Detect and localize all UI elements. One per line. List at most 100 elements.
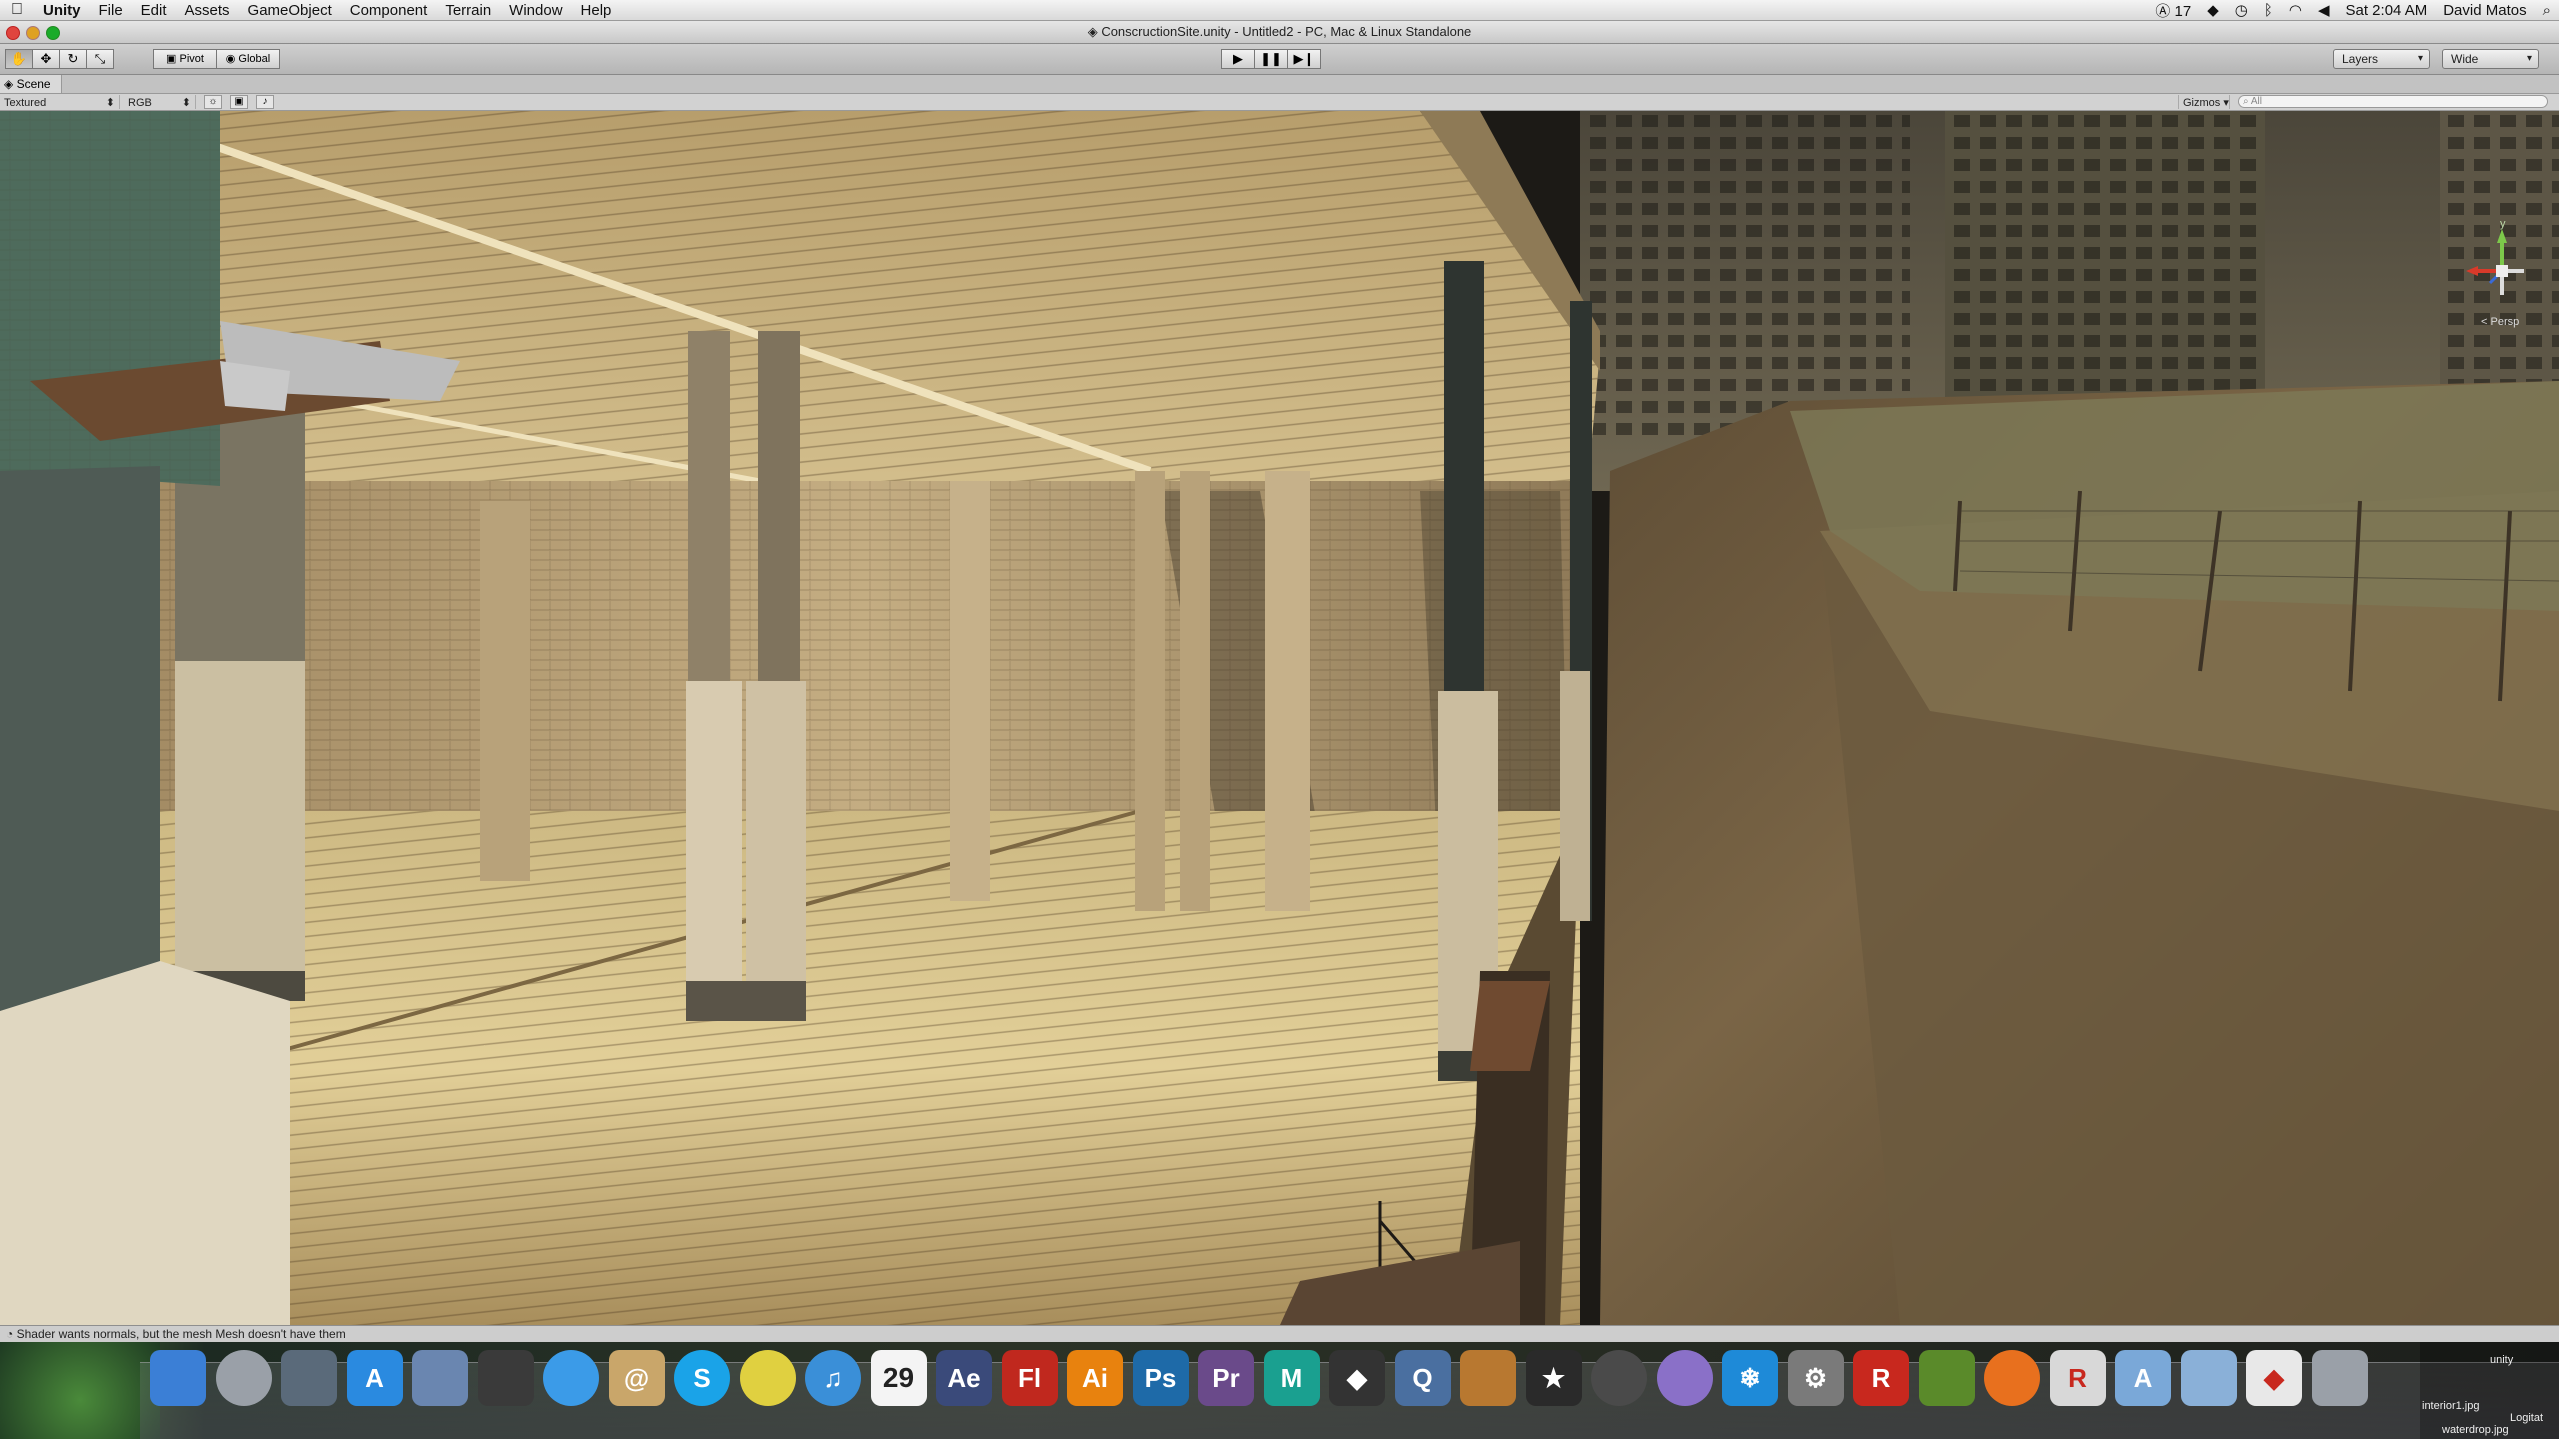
close-window-button[interactable] — [6, 26, 20, 40]
after-effects-icon[interactable]: Ae — [936, 1350, 992, 1406]
layers-dropdown[interactable]: Layers ▾ — [2333, 49, 2430, 69]
apple-menu-icon[interactable]:  — [0, 1, 34, 19]
trash-icon[interactable] — [2311, 1350, 2368, 1406]
menu-component[interactable]: Component — [341, 2, 437, 19]
documents-folder-icon[interactable] — [2180, 1350, 2237, 1406]
user-name[interactable]: David Matos — [2443, 2, 2526, 19]
unity-icon[interactable]: ◆ — [1329, 1350, 1385, 1406]
volume-icon[interactable]: ◀ — [2318, 1, 2330, 19]
status-message: Shader wants normals, but the mesh Mesh … — [16, 1327, 346, 1341]
menu-terrain[interactable]: Terrain — [436, 2, 500, 19]
desktop-file-interior[interactable]: interior1.jpg — [2422, 1400, 2479, 1412]
rotate-tool-icon[interactable]: ↻ — [59, 49, 87, 69]
photoshop-icon[interactable]: Ps — [1132, 1350, 1189, 1406]
desktop-file-unity[interactable]: unity — [2490, 1354, 2513, 1366]
imovie-icon[interactable]: ★ — [1525, 1350, 1582, 1406]
menu-help[interactable]: Help — [572, 2, 621, 19]
pencil-app-icon[interactable] — [477, 1350, 534, 1406]
menu-window[interactable]: Window — [500, 2, 571, 19]
window-title: ConscructionSite.unity - Untitled2 - PC,… — [1101, 24, 1472, 39]
scene-search-input[interactable]: ⌕ All — [2238, 95, 2548, 108]
dropbox-icon[interactable]: ◆ — [2207, 1, 2219, 19]
scene-lighting-icon[interactable]: ☼ — [204, 95, 222, 109]
mission-control-icon[interactable] — [281, 1350, 337, 1406]
menu-gameobject[interactable]: GameObject — [239, 2, 341, 19]
scene-viewport[interactable]: y < Persp — [0, 111, 2559, 1325]
pivot-button-label: Pivot — [179, 53, 204, 65]
wifi-icon[interactable]: ◠ — [2289, 1, 2302, 19]
scene-image-icon[interactable]: ▣ — [230, 95, 248, 109]
desktop-wallpaper — [0, 1342, 160, 1439]
dock: A @ S ♫ 29 Ae Fl Ai Ps Pr M ◆ Q ★ ❄ ⚙ R R A ◆ unity interio… — [0, 1342, 2559, 1439]
chevron-down-icon: ▾ — [2417, 53, 2423, 64]
move-tool-icon[interactable]: ✥ — [32, 49, 60, 69]
minimize-window-button[interactable] — [26, 26, 40, 40]
pause-icon: ❚❚ — [1260, 51, 1282, 66]
itunes-icon[interactable]: ♫ — [805, 1350, 861, 1406]
layout-dropdown-label: Wide — [2451, 52, 2479, 66]
chevron-down-icon: ⬍ — [105, 97, 115, 109]
step-button[interactable]: ▶❙ — [1287, 49, 1321, 69]
skype-icon[interactable]: S — [674, 1350, 730, 1406]
address-book-icon[interactable]: @ — [608, 1350, 665, 1406]
chrome-icon[interactable] — [739, 1350, 796, 1406]
scale-tool-icon[interactable]: ⤡ — [86, 49, 114, 69]
tab-scene[interactable]: ◈ Scene — [0, 75, 62, 93]
spotlight-icon[interactable]: ⌕ — [2543, 2, 2551, 19]
scene-tab-label: Scene — [16, 77, 51, 91]
layout-dropdown[interactable]: Wide ▾ — [2442, 49, 2539, 69]
roblox-studio-icon[interactable]: R — [1853, 1350, 1909, 1406]
time-machine-icon[interactable]: ◷ — [2235, 1, 2248, 19]
play-button[interactable]: ▶ — [1221, 49, 1255, 69]
persp-label: Persp — [2490, 316, 2519, 328]
global-button[interactable]: ◉ Global — [216, 49, 280, 69]
safari-icon[interactable] — [543, 1350, 599, 1406]
desktop-file-logitat[interactable]: Logitat — [2510, 1412, 2543, 1424]
system-preferences-icon[interactable]: ⚙ — [1787, 1350, 1844, 1406]
info-icon: ◔ — [6, 1327, 17, 1341]
gizmos-dropdown[interactable]: Gizmos ▾ — [2178, 95, 2230, 109]
pivot-button[interactable]: ▣ Pivot — [153, 49, 217, 69]
unity-toolbar: ✋ ✥ ↻ ⤡ ▣ Pivot ◉ Global ▶ ❚❚ ▶❙ Layers ▾… — [0, 44, 2559, 75]
hand-tool-icon[interactable]: ✋ — [5, 49, 33, 69]
console-status-bar[interactable]: ◔ Shader wants normals, but the mesh Mes… — [0, 1325, 2559, 1342]
snowflake-icon[interactable]: ❄ — [1722, 1350, 1778, 1406]
firefox-icon[interactable] — [1984, 1350, 2040, 1406]
premiere-icon[interactable]: Pr — [1198, 1350, 1254, 1406]
clock[interactable]: Sat 2:04 AM — [2346, 2, 2428, 19]
applications-folder-icon[interactable]: A — [2115, 1350, 2171, 1406]
bluetooth-icon[interactable]: ᛒ — [2264, 2, 2273, 19]
global-button-label: Global — [238, 53, 271, 65]
scene-tab-strip: ◈ Scene — [0, 75, 2559, 94]
pause-button[interactable]: ❚❚ — [1254, 49, 1288, 69]
flash-icon[interactable]: Fl — [1001, 1350, 1058, 1406]
purple-orb-icon[interactable] — [1656, 1350, 1713, 1406]
illustrator-icon[interactable]: Ai — [1067, 1350, 1123, 1406]
calendar-icon[interactable]: 29 — [870, 1350, 927, 1406]
garageband-icon[interactable] — [1460, 1350, 1516, 1406]
scene-audio-icon[interactable]: ♪ — [256, 95, 274, 109]
app-store-icon[interactable]: A — [346, 1350, 403, 1406]
adobe-count: 17 — [2174, 2, 2192, 20]
steam-icon[interactable] — [1591, 1350, 1647, 1406]
menu-unity[interactable]: Unity — [34, 2, 90, 19]
gizmo-persp-label[interactable]: < Persp — [2481, 316, 2519, 328]
desktop-file-waterdrop[interactable]: waterdrop.jpg — [2442, 1424, 2509, 1436]
render-mode-dropdown[interactable]: Textured ⬍ — [0, 95, 120, 109]
preview-icon[interactable] — [412, 1350, 468, 1406]
finder-icon[interactable] — [150, 1350, 206, 1406]
zoom-window-button[interactable] — [46, 26, 60, 40]
minecraft-icon[interactable] — [1918, 1350, 1975, 1406]
adobe-updates-indicator[interactable]: Ⓐ 17 — [2155, 0, 2191, 21]
unity-folder-icon[interactable]: ◆ — [2246, 1350, 2302, 1406]
color-mode-dropdown[interactable]: RGB ⬍ — [124, 95, 196, 109]
menu-assets[interactable]: Assets — [176, 2, 239, 19]
roblox-icon[interactable]: R — [2049, 1350, 2106, 1406]
globe-icon: ◉ — [225, 53, 239, 65]
menu-file[interactable]: File — [90, 2, 132, 19]
launchpad-icon[interactable] — [215, 1350, 272, 1406]
maya-icon[interactable]: M — [1263, 1350, 1320, 1406]
status-area: Ⓐ 17 ◆ ◷ ᛒ ◠ ◀ Sat 2:04 AM David Matos ⌕ — [2155, 0, 2551, 20]
quicktime-icon[interactable]: Q — [1394, 1350, 1451, 1406]
menu-edit[interactable]: Edit — [132, 2, 176, 19]
